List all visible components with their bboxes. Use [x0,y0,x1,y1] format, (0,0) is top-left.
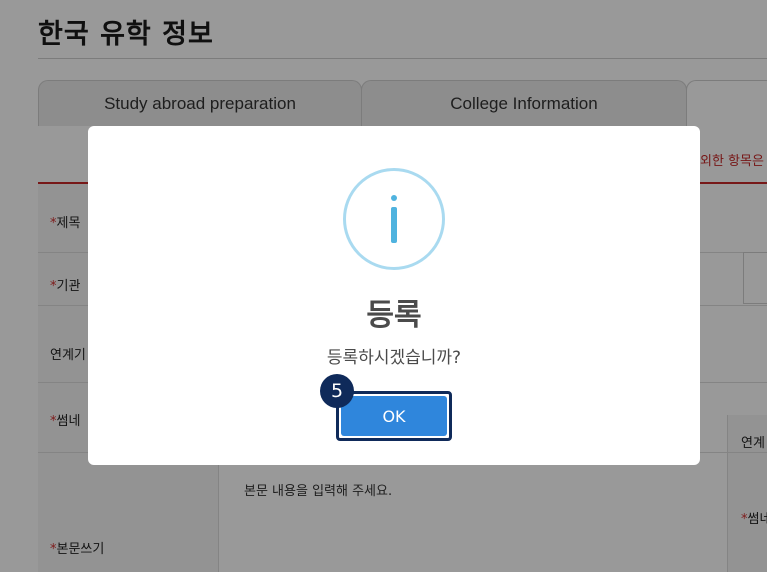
dialog-message: 등록하시겠습니까? [326,348,462,368]
dialog-title: 등록 [366,298,422,333]
info-icon-dot [391,195,397,201]
info-icon [343,168,445,270]
ok-button[interactable]: OK [341,396,447,436]
info-icon-stem [391,207,397,243]
step-badge: 5 [320,374,354,408]
